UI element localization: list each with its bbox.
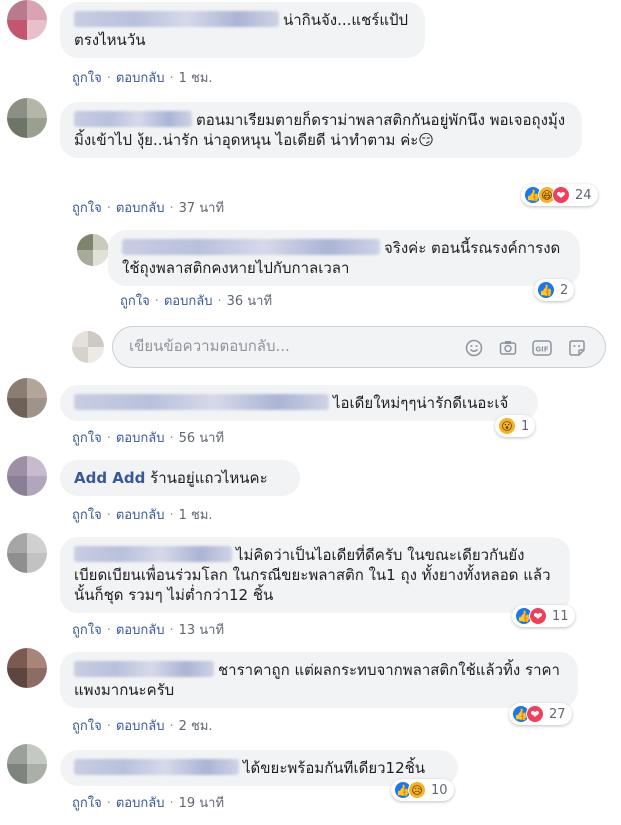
comment-text: ไอเดียใหม่ๆๆน่ารักดีเนอะเจ้ bbox=[333, 394, 509, 412]
timestamp[interactable]: 19 นาที bbox=[179, 796, 224, 811]
comment-actions: ถูกใจ · ตอบกลับ · 37 นาที bbox=[72, 201, 225, 216]
love-icon: ❤ bbox=[529, 607, 547, 625]
like-link[interactable]: ถูกใจ bbox=[72, 431, 102, 446]
blurred-author-name[interactable] bbox=[74, 11, 279, 27]
wow-icon: 😮 bbox=[498, 417, 516, 435]
author-name[interactable]: Add Add bbox=[74, 469, 145, 487]
reaction-summary[interactable]: 👍 2 bbox=[534, 279, 575, 301]
blurred-author-name[interactable] bbox=[74, 394, 329, 410]
like-link[interactable]: ถูกใจ bbox=[72, 719, 102, 734]
like-link[interactable]: ถูกใจ bbox=[120, 294, 150, 309]
like-link[interactable]: ถูกใจ bbox=[72, 796, 102, 811]
comment-actions: ถูกใจ · ตอบกลับ · 13 นาที bbox=[72, 623, 225, 638]
blurred-author-name[interactable] bbox=[74, 759, 239, 775]
like-link[interactable]: ถูกใจ bbox=[72, 623, 102, 638]
comment-actions: ถูกใจ · ตอบกลับ · 19 นาที bbox=[72, 796, 225, 811]
reply-box: GIF bbox=[112, 326, 606, 368]
comment-actions: ถูกใจ · ตอบกลับ · 56 นาที bbox=[72, 431, 225, 446]
reply-link[interactable]: ตอบกลับ bbox=[116, 796, 165, 811]
reply-input[interactable] bbox=[127, 336, 451, 356]
avatar[interactable] bbox=[7, 0, 47, 40]
reaction-summary[interactable]: 👍 ❤ 11 bbox=[512, 605, 575, 627]
timestamp[interactable]: 36 นาที bbox=[227, 294, 272, 309]
reply-link[interactable]: ตอบกลับ bbox=[116, 71, 165, 86]
comment-actions: ถูกใจ · ตอบกลับ · 36 นาที bbox=[120, 294, 273, 309]
sad-icon: 😥 bbox=[408, 781, 426, 799]
comment-bubble: ชาราคาถูก แต่ผลกระทบจากพลาสติกใช้แล้วทิ้… bbox=[60, 652, 578, 708]
reaction-count: 27 bbox=[549, 706, 566, 722]
timestamp[interactable]: 13 นาที bbox=[179, 623, 224, 638]
avatar[interactable] bbox=[7, 98, 47, 138]
timestamp[interactable]: 1 ชม. bbox=[179, 508, 213, 523]
timestamp[interactable]: 56 นาที bbox=[179, 431, 224, 446]
reaction-count: 11 bbox=[552, 608, 569, 624]
love-icon: ❤ bbox=[526, 705, 544, 723]
timestamp[interactable]: 37 นาที bbox=[179, 201, 224, 216]
reaction-summary[interactable]: 👍 ❤ 27 bbox=[509, 703, 572, 725]
blurred-author-name[interactable] bbox=[74, 661, 214, 677]
timestamp[interactable]: 1 ชม. bbox=[179, 71, 213, 86]
comment-actions: ถูกใจ · ตอบกลับ · 1 ชม. bbox=[72, 508, 213, 523]
avatar[interactable] bbox=[7, 456, 47, 496]
reaction-summary[interactable]: 👍 😥 10 bbox=[391, 779, 454, 801]
reaction-count: 10 bbox=[431, 782, 448, 798]
reaction-summary[interactable]: 😮 1 bbox=[495, 415, 536, 437]
reply-link[interactable]: ตอบกลับ bbox=[116, 719, 165, 734]
comment-bubble: ตอนมาเรียมตายก็ดราม่าพลาสติกกันอยู่พักนึ… bbox=[60, 102, 582, 158]
avatar[interactable] bbox=[7, 533, 47, 573]
reply-link[interactable]: ตอบกลับ bbox=[164, 294, 213, 309]
reply-link[interactable]: ตอบกลับ bbox=[116, 508, 165, 523]
reply-link[interactable]: ตอบกลับ bbox=[116, 201, 165, 216]
love-icon: ❤ bbox=[552, 186, 570, 204]
like-icon: 👍 bbox=[537, 281, 555, 299]
blurred-author-name[interactable] bbox=[74, 111, 192, 127]
comment-bubble: น่ากินจัง...แชร์แป้ป ตรงไหนวัน bbox=[60, 2, 425, 58]
reply-link[interactable]: ตอบกลับ bbox=[116, 623, 165, 638]
avatar[interactable] bbox=[7, 744, 47, 784]
emoji-icon[interactable] bbox=[463, 337, 485, 359]
comment-text: ได้ขยะพร้อมกันทีเดียว12ชิ้น bbox=[243, 759, 426, 777]
comment-actions: ถูกใจ · ตอบกลับ · 1 ชม. bbox=[72, 71, 213, 86]
blurred-author-name[interactable] bbox=[122, 239, 380, 255]
avatar[interactable] bbox=[77, 234, 109, 266]
camera-icon[interactable] bbox=[497, 337, 519, 359]
avatar[interactable] bbox=[7, 378, 47, 418]
reaction-count: 1 bbox=[521, 418, 530, 434]
reply-link[interactable]: ตอบกลับ bbox=[116, 431, 165, 446]
reply-bubble: จริงค่ะ ตอนนี้รณรงค์การงดใช้ถุงพลาสติกคง… bbox=[108, 230, 580, 286]
gif-icon[interactable]: GIF bbox=[531, 337, 553, 359]
timestamp[interactable]: 2 ชม. bbox=[179, 719, 213, 734]
current-user-avatar bbox=[72, 331, 104, 363]
comment-bubble: Add Add ร้านอยู่แถวไหนคะ bbox=[60, 460, 300, 496]
reaction-count: 24 bbox=[575, 187, 592, 203]
like-link[interactable]: ถูกใจ bbox=[72, 508, 102, 523]
blurred-author-name[interactable] bbox=[74, 546, 232, 562]
sticker-icon[interactable] bbox=[566, 337, 588, 359]
reaction-summary[interactable]: 👍 😆 ❤ 24 bbox=[521, 184, 598, 206]
like-link[interactable]: ถูกใจ bbox=[72, 71, 102, 86]
comment-bubble: ไอเดียใหม่ๆๆน่ารักดีเนอะเจ้ bbox=[60, 385, 538, 421]
comment-bubble: ไม่คิดว่าเป็นไอเดียที่ดีครับ ในขณะเดียวก… bbox=[60, 537, 570, 613]
comment-text: ร้านอยู่แถวไหนคะ bbox=[150, 469, 268, 487]
avatar[interactable] bbox=[7, 648, 47, 688]
comment-actions: ถูกใจ · ตอบกลับ · 2 ชม. bbox=[72, 719, 213, 734]
reaction-count: 2 bbox=[560, 282, 569, 298]
like-link[interactable]: ถูกใจ bbox=[72, 201, 102, 216]
svg-text:GIF: GIF bbox=[535, 346, 548, 354]
